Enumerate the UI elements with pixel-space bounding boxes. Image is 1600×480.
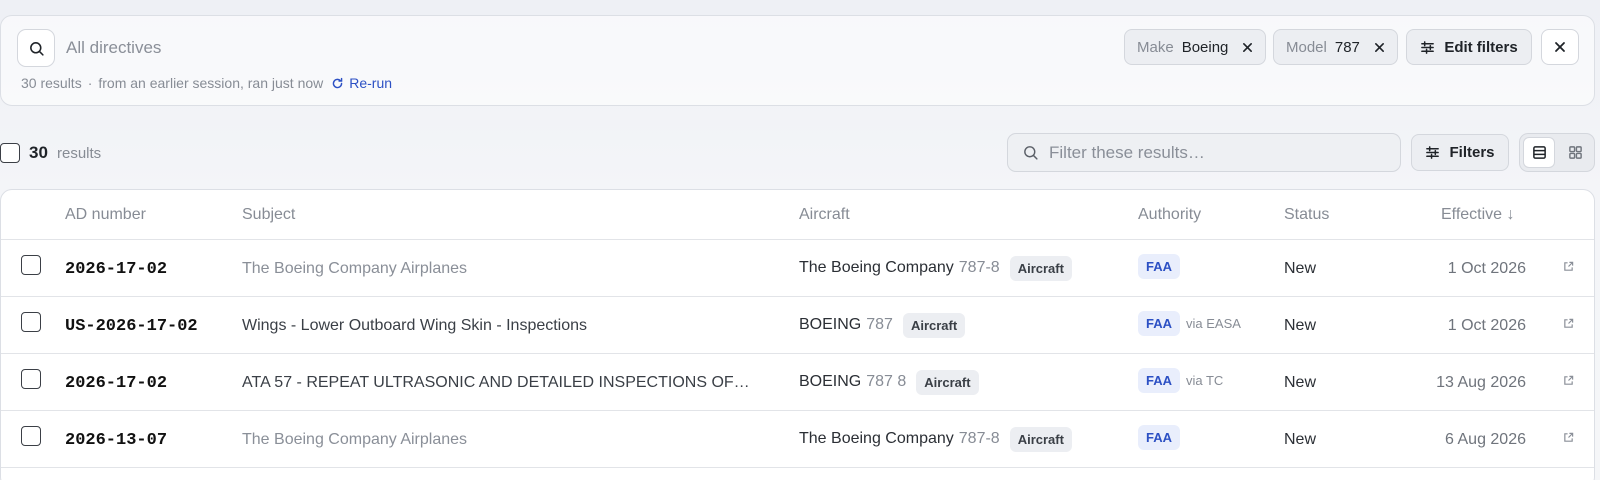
subject: The Boeing Company Airplanes	[242, 260, 468, 277]
ad-number[interactable]: 2026-13-07	[65, 431, 167, 450]
aircraft-model: 787 8	[866, 373, 907, 390]
row-checkbox[interactable]	[21, 369, 41, 389]
refresh-icon	[332, 77, 343, 88]
ad-number[interactable]: 2026-17-02	[65, 374, 167, 393]
external-link-icon[interactable]	[1563, 432, 1574, 443]
row-checkbox[interactable]	[21, 255, 41, 275]
edit-filters-label: Edit filters	[1444, 38, 1518, 56]
clear-search-button[interactable]	[1541, 29, 1579, 65]
filter-results-input[interactable]: Filter these results…	[1007, 133, 1401, 172]
aircraft-tag: Aircraft	[916, 369, 979, 395]
aircraft-model: 787-8	[958, 430, 1000, 447]
filter-chip-make[interactable]: Make Boeing	[1124, 29, 1267, 65]
column-header-authority[interactable]: Authority	[1138, 206, 1201, 224]
authority: FAA	[1138, 254, 1186, 279]
external-link-icon[interactable]	[1563, 375, 1574, 386]
rerun-label: Re-run	[349, 75, 393, 91]
effective-date: 6 Aug 2026	[1445, 431, 1526, 448]
select-all-checkbox[interactable]	[0, 143, 20, 163]
aircraft-maker: BOEING	[799, 373, 862, 390]
close-icon[interactable]	[1242, 42, 1253, 53]
authority-via: via TC	[1186, 373, 1224, 388]
chip-key: Model	[1286, 38, 1327, 56]
row-checkbox[interactable]	[21, 312, 41, 332]
table-row[interactable]: US-2026-17-02 Wings - Lower Outboard Win…	[1, 297, 1594, 354]
aircraft-tag: Aircraft	[1009, 426, 1072, 452]
external-link-icon[interactable]	[1563, 261, 1574, 272]
results-summary: 30 results	[21, 75, 82, 91]
status: New	[1284, 260, 1317, 277]
subject: The Boeing Company Airplanes	[242, 431, 468, 448]
search-icon	[29, 41, 44, 56]
authority-badge: FAA	[1138, 368, 1180, 393]
column-header-status[interactable]: Status	[1284, 206, 1329, 224]
aircraft-model: 787-8	[958, 259, 1000, 276]
result-count: 30	[29, 143, 48, 162]
filter-chip-model[interactable]: Model 787	[1273, 29, 1398, 65]
edit-filters-button[interactable]: Edit filters	[1406, 29, 1532, 65]
aircraft-tag: Aircraft	[902, 312, 966, 338]
result-count-label: results	[57, 145, 102, 162]
ad-number[interactable]: 2026-17-02	[65, 260, 167, 279]
list-view-icon	[1532, 146, 1546, 159]
grid-view-button[interactable]	[1559, 137, 1591, 168]
column-header-aircraft[interactable]: Aircraft	[799, 206, 850, 224]
session-note: from an earlier session, ran just now	[98, 75, 324, 91]
aircraft: The Boeing Company 787-8 Aircraft	[799, 424, 1072, 454]
external-link-icon[interactable]	[1563, 318, 1574, 329]
authority: FAA via EASA	[1138, 311, 1241, 336]
effective-date: 1 Oct 2026	[1447, 317, 1526, 334]
close-icon	[1555, 42, 1565, 52]
status: New	[1284, 317, 1317, 334]
filters-label: Filters	[1449, 144, 1495, 161]
aircraft-maker: BOEING	[799, 316, 862, 333]
results-table: AD number Subject Aircraft Authority Sta…	[0, 189, 1595, 480]
search-icon	[1024, 146, 1038, 160]
view-toggle	[1519, 133, 1595, 172]
aircraft-tag: Aircraft	[1009, 255, 1072, 281]
authority-badge: FAA	[1138, 425, 1180, 450]
aircraft: The Boeing Company 787-8 Aircraft	[799, 253, 1072, 283]
filter-placeholder: Filter these results…	[1049, 142, 1205, 162]
search-panel: All directives Make Boeing Model 787 Edi…	[0, 15, 1595, 106]
search-meta: 30 results · from an earlier session, ra…	[21, 75, 392, 91]
table-row[interactable]: 2026-13-07 The Boeing Company Airplanes …	[1, 411, 1594, 468]
status: New	[1284, 374, 1317, 391]
search-input[interactable]: All directives	[66, 38, 161, 58]
column-header-effective[interactable]: Effective ↓	[1441, 206, 1515, 224]
search-button[interactable]	[17, 29, 55, 67]
subject: Wings - Lower Outboard Wing Skin - Inspe…	[242, 317, 588, 334]
aircraft-maker: The Boeing Company	[799, 259, 954, 276]
aircraft: BOEING 787 8 Aircraft	[799, 367, 979, 397]
close-icon[interactable]	[1374, 42, 1385, 53]
aircraft: BOEING 787 Aircraft	[799, 310, 966, 340]
column-header-ad-number[interactable]: AD number	[65, 206, 146, 224]
table-row[interactable]: 2026-17-02 The Boeing Company Airplanes …	[1, 240, 1594, 297]
sliders-icon	[1426, 146, 1440, 159]
aircraft-maker: The Boeing Company	[799, 430, 954, 447]
authority-via: via EASA	[1186, 316, 1241, 331]
list-view-button[interactable]	[1523, 137, 1556, 168]
effective-date: 1 Oct 2026	[1447, 260, 1526, 277]
column-header-subject[interactable]: Subject	[242, 206, 295, 224]
aircraft-model: 787	[866, 316, 893, 333]
authority-badge: FAA	[1138, 254, 1180, 279]
meta-separator: ·	[87, 75, 93, 91]
status: New	[1284, 431, 1317, 448]
authority-badge: FAA	[1138, 311, 1180, 336]
authority: FAA via TC	[1138, 368, 1223, 393]
chip-value: Boeing	[1181, 38, 1229, 56]
chip-key: Make	[1137, 38, 1174, 56]
rerun-link[interactable]: Re-run	[331, 75, 392, 91]
chip-value: 787	[1334, 38, 1360, 56]
effective-date: 13 Aug 2026	[1436, 374, 1526, 391]
subject: ATA 57 - REPEAT ULTRASONIC AND DETAILED …	[242, 374, 750, 391]
ad-number[interactable]: US-2026-17-02	[65, 317, 198, 336]
row-checkbox[interactable]	[21, 426, 41, 446]
table-row[interactable]: 2026-17-02 ATA 57 - REPEAT ULTRASONIC AN…	[1, 354, 1594, 411]
filters-button[interactable]: Filters	[1411, 134, 1509, 171]
authority: FAA	[1138, 425, 1186, 450]
sliders-icon	[1421, 40, 1435, 54]
grid-view-icon	[1568, 146, 1582, 159]
